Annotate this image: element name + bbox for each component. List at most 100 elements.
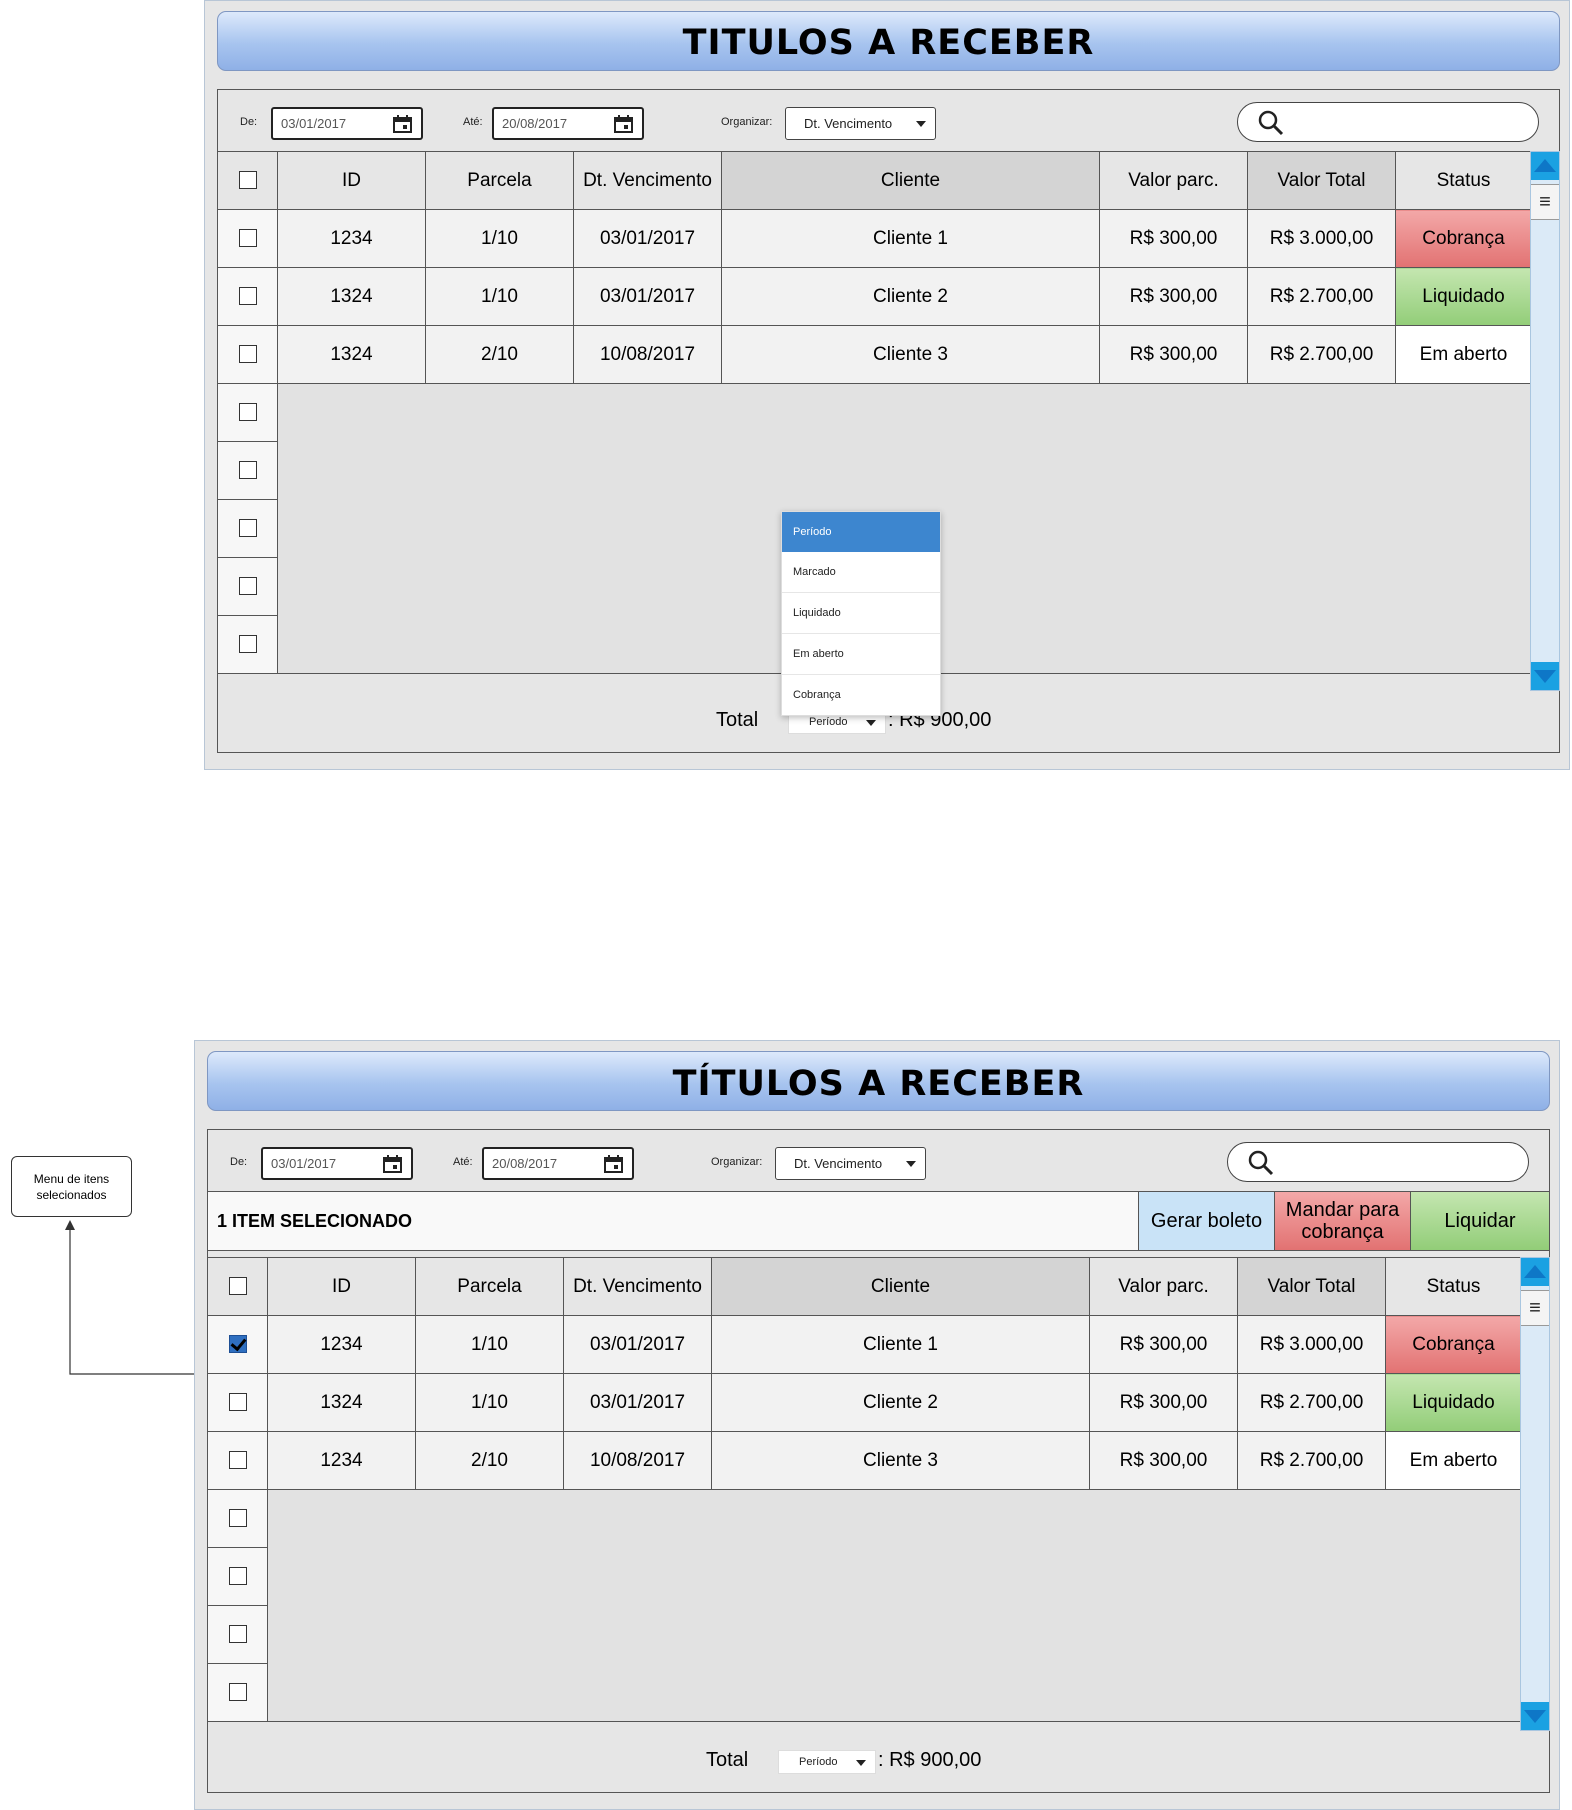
menu-lines-icon[interactable]: ≡ xyxy=(1531,184,1559,220)
total-label: Total xyxy=(706,1749,749,1771)
total-period-value: Período xyxy=(809,716,848,728)
row-checkbox-cell[interactable] xyxy=(207,1373,268,1432)
column-header[interactable]: Valor Total xyxy=(1237,1257,1386,1316)
scroll-up-icon[interactable] xyxy=(1521,1258,1549,1286)
checkbox-icon[interactable] xyxy=(228,1277,247,1296)
scroll-down-icon[interactable] xyxy=(1521,1702,1549,1730)
selection-bar: 1 ITEM SELECIONADO Gerar boleto Mandar p… xyxy=(207,1191,1550,1251)
table-row[interactable]: 1324 1/10 03/01/2017 Cliente 2 R$ 300,00… xyxy=(207,1373,1522,1432)
column-header[interactable]: Cliente xyxy=(721,151,1100,210)
column-header[interactable]: Cliente xyxy=(711,1257,1090,1316)
menu-lines-icon[interactable]: ≡ xyxy=(1521,1290,1549,1326)
search-input[interactable] xyxy=(1237,102,1539,142)
generate-boleto-button[interactable]: Gerar boleto xyxy=(1138,1192,1274,1250)
column-header[interactable]: Valor parc. xyxy=(1089,1257,1238,1316)
cell-cliente: Cliente 2 xyxy=(721,267,1100,326)
table-row[interactable]: 1234 2/10 10/08/2017 Cliente 3 R$ 300,00… xyxy=(207,1431,1522,1490)
empty-row xyxy=(207,1489,1522,1722)
column-header[interactable]: Valor parc. xyxy=(1099,151,1248,210)
select-all-cell[interactable] xyxy=(207,1257,268,1316)
table-row[interactable]: 1234 1/10 03/01/2017 Cliente 1 R$ 300,00… xyxy=(217,209,1532,268)
cell-parcela: 1/10 xyxy=(415,1373,564,1432)
vertical-scrollbar[interactable]: ≡ xyxy=(1530,151,1560,691)
selection-count-label: 1 ITEM SELECIONADO xyxy=(217,1211,413,1231)
column-header[interactable]: Parcela xyxy=(415,1257,564,1316)
column-header[interactable]: Valor Total xyxy=(1247,151,1396,210)
scroll-up-icon[interactable] xyxy=(1531,152,1559,180)
cell-parcela: 1/10 xyxy=(425,209,574,268)
table-row[interactable]: 1234 1/10 03/01/2017 Cliente 1 R$ 300,00… xyxy=(207,1315,1522,1374)
cell-cliente: Cliente 2 xyxy=(711,1373,1090,1432)
organize-value: Dt. Vencimento xyxy=(804,116,893,131)
vertical-scrollbar[interactable]: ≡ xyxy=(1520,1257,1550,1731)
to-date-value: 20/08/2017 xyxy=(502,116,568,131)
chevron-down-icon xyxy=(866,720,876,726)
column-header[interactable]: Parcela xyxy=(425,151,574,210)
dropdown-option[interactable]: Liquidado xyxy=(782,593,940,634)
from-date-label: De: xyxy=(230,1156,248,1168)
column-header[interactable]: Dt. Vencimento xyxy=(573,151,722,210)
from-date-field[interactable]: 03/01/2017 xyxy=(271,107,423,140)
status-badge: Em aberto xyxy=(1395,325,1532,384)
organize-select[interactable]: Dt. Vencimento xyxy=(775,1147,926,1180)
to-date-field[interactable]: 20/08/2017 xyxy=(482,1147,634,1180)
search-icon xyxy=(1258,110,1284,136)
search-icon xyxy=(1248,1150,1274,1176)
row-checkbox-cell[interactable] xyxy=(207,1315,268,1374)
calendar-icon[interactable] xyxy=(383,1155,402,1173)
cell-id: 1324 xyxy=(277,325,426,384)
cell-valor-total: R$ 2.700,00 xyxy=(1247,267,1396,326)
column-header[interactable]: ID xyxy=(267,1257,416,1316)
chevron-down-icon xyxy=(916,121,926,127)
checkbox-icon[interactable] xyxy=(228,1625,247,1644)
to-date-field[interactable]: 20/08/2017 xyxy=(492,107,644,140)
cell-vencimento: 03/01/2017 xyxy=(573,267,722,326)
calendar-icon[interactable] xyxy=(393,115,412,133)
chevron-down-icon xyxy=(856,1760,866,1766)
column-header[interactable]: Status xyxy=(1395,151,1532,210)
checkbox-icon[interactable] xyxy=(228,1683,247,1702)
column-header[interactable]: Status xyxy=(1385,1257,1522,1316)
send-to-collection-button[interactable]: Mandar para cobrança xyxy=(1274,1192,1410,1250)
checkbox-checked-icon[interactable] xyxy=(228,1335,247,1354)
row-checkbox-cell[interactable] xyxy=(207,1605,268,1664)
dropdown-option[interactable]: Cobrança xyxy=(782,675,940,715)
cell-vencimento: 03/01/2017 xyxy=(573,209,722,268)
table-header-row: ID Parcela Dt. Vencimento Cliente Valor … xyxy=(207,1257,1522,1316)
cell-parcela: 2/10 xyxy=(415,1431,564,1490)
cell-id: 1234 xyxy=(277,209,426,268)
row-checkbox-cell[interactable] xyxy=(207,1489,268,1548)
dropdown-option[interactable]: Período xyxy=(782,512,940,552)
cell-parcela: 2/10 xyxy=(425,325,574,384)
row-checkbox-cell[interactable] xyxy=(207,1431,268,1490)
scroll-down-icon[interactable] xyxy=(1531,662,1559,690)
period-dropdown-menu[interactable]: Período Marcado Liquidado Em aberto Cobr… xyxy=(781,511,941,716)
checkbox-icon[interactable] xyxy=(228,1509,247,1528)
cell-parcela: 1/10 xyxy=(425,267,574,326)
table-row[interactable]: 1324 2/10 10/08/2017 Cliente 3 R$ 300,00… xyxy=(217,325,1532,384)
calendar-icon[interactable] xyxy=(614,115,633,133)
cell-valor-parc: R$ 300,00 xyxy=(1089,1431,1238,1490)
total-period-select[interactable]: Período xyxy=(778,1750,876,1774)
cell-vencimento: 03/01/2017 xyxy=(563,1315,712,1374)
from-date-field[interactable]: 03/01/2017 xyxy=(261,1147,413,1180)
checkbox-icon[interactable] xyxy=(228,1451,247,1470)
checkbox-icon[interactable] xyxy=(228,1393,247,1412)
liquidate-button[interactable]: Liquidar xyxy=(1410,1192,1549,1250)
column-header[interactable]: ID xyxy=(277,151,426,210)
status-badge: Em aberto xyxy=(1385,1431,1522,1490)
cell-id: 1234 xyxy=(267,1431,416,1490)
checkbox-icon[interactable] xyxy=(228,1567,247,1586)
calendar-icon[interactable] xyxy=(604,1155,623,1173)
arrow-up-icon xyxy=(65,1220,75,1230)
dropdown-option[interactable]: Marcado xyxy=(782,552,940,593)
organize-select[interactable]: Dt. Vencimento xyxy=(785,107,936,140)
cell-id: 1234 xyxy=(267,1315,416,1374)
table-row[interactable]: 1324 1/10 03/01/2017 Cliente 2 R$ 300,00… xyxy=(217,267,1532,326)
search-input[interactable] xyxy=(1227,1142,1529,1182)
row-checkbox-cell[interactable] xyxy=(207,1663,268,1722)
row-checkbox-cell[interactable] xyxy=(207,1547,268,1606)
dropdown-option[interactable]: Em aberto xyxy=(782,634,940,675)
column-header[interactable]: Dt. Vencimento xyxy=(563,1257,712,1316)
total-amount: : R$ 900,00 xyxy=(878,1749,982,1771)
